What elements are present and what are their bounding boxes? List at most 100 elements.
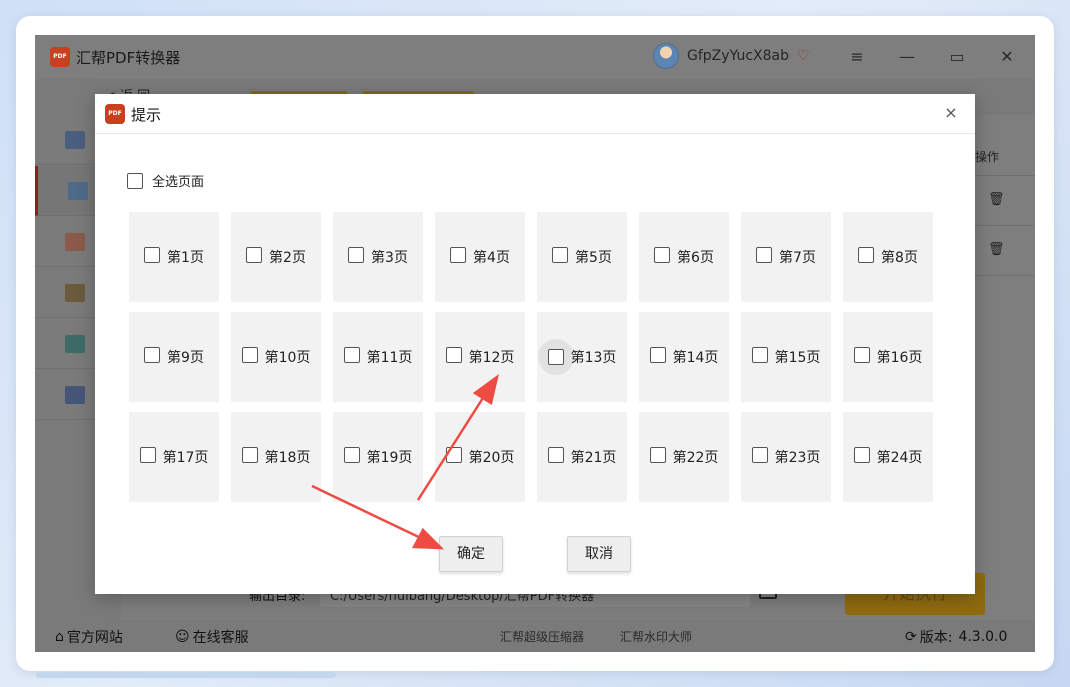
checkbox[interactable] — [547, 349, 564, 365]
close-icon[interactable]: ✕ — [995, 45, 1019, 69]
checkbox-wrap[interactable] — [450, 247, 467, 267]
checkbox-wrap[interactable] — [654, 247, 671, 267]
page-item[interactable]: 第9页 — [129, 312, 219, 402]
checkbox-wrap[interactable] — [756, 247, 773, 267]
page-label: 第10页 — [264, 350, 311, 366]
checkbox[interactable] — [756, 247, 773, 263]
page-item[interactable]: 第20页 — [435, 412, 525, 502]
page-item[interactable]: 第23页 — [741, 412, 831, 502]
page-item[interactable]: 第3页 — [333, 212, 423, 302]
select-all-checkbox[interactable]: 全选页面 — [127, 171, 204, 190]
checkbox[interactable] — [445, 447, 462, 463]
checkbox-wrap[interactable] — [343, 347, 360, 367]
checkbox[interactable] — [654, 247, 671, 263]
page-item[interactable]: 第8页 — [843, 212, 933, 302]
page-item[interactable]: 第7页 — [741, 212, 831, 302]
page-item[interactable]: 第24页 — [843, 412, 933, 502]
checkbox[interactable] — [853, 347, 870, 363]
page-item[interactable]: 第6页 — [639, 212, 729, 302]
dialog-close-icon[interactable]: × — [941, 103, 961, 122]
page-label: 第1页 — [167, 250, 204, 266]
trash-icon[interactable]: 🗑 — [988, 192, 1005, 207]
checkbox-wrap[interactable] — [241, 347, 258, 367]
version-info[interactable]: ⟳ 版本: 4.3.0.0 — [905, 627, 1007, 647]
trash-icon[interactable]: 🗑 — [988, 242, 1005, 257]
page-item[interactable]: 第19页 — [333, 412, 423, 502]
page-item[interactable]: 第22页 — [639, 412, 729, 502]
page-item[interactable]: 第16页 — [843, 312, 933, 402]
checkbox[interactable] — [343, 347, 360, 363]
checkbox-wrap[interactable] — [348, 247, 365, 267]
checkbox-wrap[interactable] — [751, 447, 768, 467]
menu-icon[interactable]: ≡ — [845, 45, 869, 69]
checkbox[interactable] — [246, 247, 263, 263]
checkbox[interactable] — [127, 172, 143, 189]
support-link[interactable]: ☺ 在线客服 — [175, 627, 249, 647]
cancel-button[interactable]: 取消 — [567, 536, 631, 572]
page-item[interactable]: 第11页 — [333, 312, 423, 402]
checkbox[interactable] — [450, 247, 467, 263]
checkbox-wrap[interactable] — [649, 447, 666, 467]
page-item[interactable]: 第15页 — [741, 312, 831, 402]
dialog-header: PDF 提示 × — [95, 94, 975, 134]
checkbox[interactable] — [348, 247, 365, 263]
checkbox-wrap[interactable] — [241, 447, 258, 467]
checkbox-wrap[interactable] — [649, 347, 666, 367]
footer-link-watermark[interactable]: 汇帮水印大师 — [620, 628, 692, 645]
checkbox-wrap[interactable] — [537, 339, 574, 375]
page-label: 第20页 — [468, 450, 515, 466]
checkbox[interactable] — [547, 447, 564, 463]
checkbox[interactable] — [144, 347, 161, 363]
page-item[interactable]: 第18页 — [231, 412, 321, 502]
checkbox-wrap[interactable] — [547, 447, 564, 467]
page-label: 第12页 — [468, 350, 515, 366]
page-item[interactable]: 第5页 — [537, 212, 627, 302]
page-label: 第17页 — [162, 450, 209, 466]
checkbox-wrap[interactable] — [246, 247, 263, 267]
page-item[interactable]: 第12页 — [435, 312, 525, 402]
avatar[interactable] — [653, 43, 679, 69]
page-item[interactable]: 第13页 — [537, 312, 627, 402]
website-link[interactable]: ⌂ 官方网站 — [55, 627, 123, 647]
checkbox[interactable] — [241, 447, 258, 463]
checkbox[interactable] — [649, 447, 666, 463]
user-info[interactable]: GfpZyYucX8ab ♡ — [653, 43, 810, 69]
checkbox[interactable] — [241, 347, 258, 363]
page-label: 第22页 — [672, 450, 719, 466]
page-item[interactable]: 第2页 — [231, 212, 321, 302]
confirm-button[interactable]: 确定 — [439, 536, 503, 572]
page-item[interactable]: 第10页 — [231, 312, 321, 402]
page-label: 第13页 — [570, 350, 617, 366]
checkbox-wrap[interactable] — [751, 347, 768, 367]
checkbox-wrap[interactable] — [552, 247, 569, 267]
footer-link-compressor[interactable]: 汇帮超级压缩器 — [500, 628, 584, 645]
username[interactable]: GfpZyYucX8ab — [687, 48, 789, 64]
page-item[interactable]: 第17页 — [129, 412, 219, 502]
checkbox[interactable] — [751, 347, 768, 363]
checkbox[interactable] — [858, 247, 875, 263]
maximize-icon[interactable]: ▭ — [945, 45, 969, 69]
checkbox[interactable] — [751, 447, 768, 463]
checkbox[interactable] — [139, 447, 156, 463]
checkbox-wrap[interactable] — [144, 247, 161, 267]
minimize-icon[interactable]: — — [895, 45, 919, 69]
checkbox-wrap[interactable] — [445, 347, 462, 367]
checkbox[interactable] — [853, 447, 870, 463]
page-item[interactable]: 第1页 — [129, 212, 219, 302]
checkbox[interactable] — [343, 447, 360, 463]
page-item[interactable]: 第14页 — [639, 312, 729, 402]
checkbox[interactable] — [144, 247, 161, 263]
checkbox-wrap[interactable] — [139, 447, 156, 467]
checkbox-wrap[interactable] — [853, 347, 870, 367]
checkbox-wrap[interactable] — [853, 447, 870, 467]
image-icon — [65, 284, 85, 302]
checkbox-wrap[interactable] — [858, 247, 875, 267]
checkbox-wrap[interactable] — [343, 447, 360, 467]
page-item[interactable]: 第21页 — [537, 412, 627, 502]
checkbox[interactable] — [552, 247, 569, 263]
checkbox-wrap[interactable] — [445, 447, 462, 467]
checkbox[interactable] — [649, 347, 666, 363]
checkbox[interactable] — [445, 347, 462, 363]
checkbox-wrap[interactable] — [144, 347, 161, 367]
page-item[interactable]: 第4页 — [435, 212, 525, 302]
